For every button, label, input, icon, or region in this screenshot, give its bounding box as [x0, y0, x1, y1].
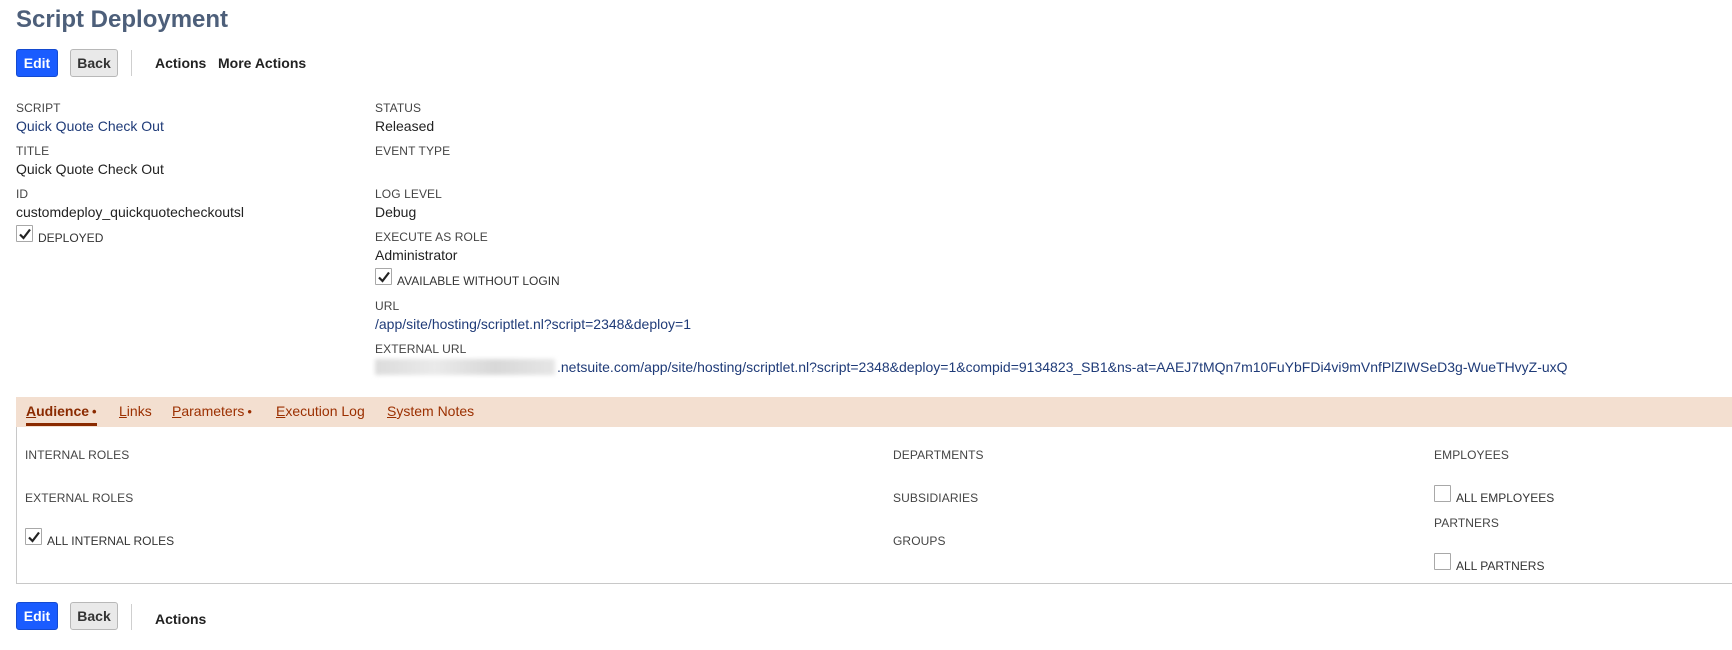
checkmark-icon: [377, 271, 390, 283]
checkmark-icon: [27, 531, 40, 543]
toolbar-divider: [131, 50, 132, 76]
available-without-login-label: AVAILABLE WITHOUT LOGIN: [397, 274, 560, 288]
partners-label: PARTNERS: [1434, 516, 1500, 530]
title-value: Quick Quote Check Out: [16, 161, 164, 177]
log-level-value: Debug: [375, 204, 417, 220]
more-actions-menu[interactable]: More Actions: [218, 55, 306, 71]
departments-label: DEPARTMENTS: [893, 448, 984, 462]
tab-links[interactable]: Links: [119, 403, 152, 419]
deployed-checkbox[interactable]: [16, 225, 33, 242]
internal-roles-label: INTERNAL ROLES: [25, 448, 130, 462]
all-employees-label: ALL EMPLOYEES: [1456, 491, 1555, 505]
external-url-label: EXTERNAL URL: [375, 342, 467, 356]
employees-label: EMPLOYEES: [1434, 448, 1509, 462]
checkmark-icon: [18, 228, 31, 240]
all-partners-checkbox[interactable]: [1434, 553, 1451, 570]
subsidiaries-label: SUBSIDIARIES: [893, 491, 979, 505]
all-employees-checkbox[interactable]: [1434, 485, 1451, 502]
external-url-text[interactable]: .netsuite.com/app/site/hosting/scriptlet…: [557, 359, 1568, 375]
all-partners-label: ALL PARTNERS: [1456, 559, 1545, 573]
tab-system-notes[interactable]: System Notes: [387, 403, 474, 419]
url-label: URL: [375, 299, 400, 313]
url-link[interactable]: /app/site/hosting/scriptlet.nl?script=23…: [375, 316, 691, 332]
bottom-edit-button[interactable]: Edit: [16, 602, 58, 630]
bottom-back-button[interactable]: Back: [70, 602, 118, 630]
title-label: TITLE: [16, 144, 50, 158]
script-label: SCRIPT: [16, 101, 61, 115]
tab-audience[interactable]: Audience •: [26, 403, 97, 426]
edit-button[interactable]: Edit: [16, 49, 58, 77]
id-value: customdeploy_quickquotecheckoutsl: [16, 204, 245, 220]
tab-execution-log[interactable]: Execution Log: [276, 403, 365, 419]
log-level-label: LOG LEVEL: [375, 187, 442, 201]
all-internal-roles-label: ALL INTERNAL ROLES: [47, 534, 175, 548]
status-label: STATUS: [375, 101, 422, 115]
external-url-link[interactable]: .netsuite.com/app/site/hosting/scriptlet…: [375, 359, 1568, 375]
back-button[interactable]: Back: [70, 49, 118, 77]
redacted-hostname: [375, 359, 555, 375]
status-value: Released: [375, 118, 435, 134]
available-without-login-checkbox[interactable]: [375, 268, 392, 285]
external-roles-label: EXTERNAL ROLES: [25, 491, 134, 505]
bottom-actions-menu[interactable]: Actions: [155, 611, 206, 627]
script-link[interactable]: Quick Quote Check Out: [16, 118, 164, 134]
tab-parameters[interactable]: Parameters •: [172, 403, 252, 419]
id-label: ID: [16, 187, 29, 201]
subtab-bar: Audience • Links Parameters • Execution Lo…: [16, 397, 1732, 427]
actions-menu[interactable]: Actions: [155, 55, 206, 71]
bottom-toolbar-divider: [131, 604, 132, 630]
execute-as-role-value: Administrator: [375, 247, 458, 263]
groups-label: GROUPS: [893, 534, 946, 548]
all-internal-roles-checkbox[interactable]: [25, 528, 42, 545]
deployed-label: DEPLOYED: [38, 231, 104, 245]
page-title: Script Deployment: [16, 6, 229, 33]
event-type-label: EVENT TYPE: [375, 144, 451, 158]
execute-as-role-label: EXECUTE AS ROLE: [375, 230, 488, 244]
